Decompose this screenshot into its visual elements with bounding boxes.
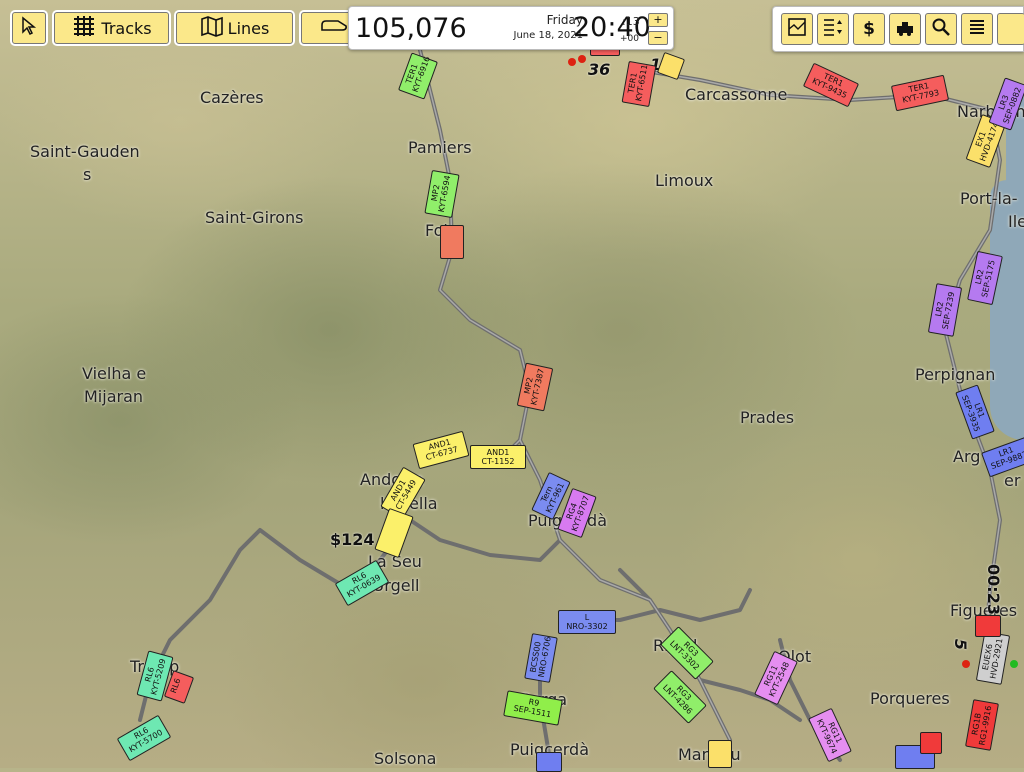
train[interactable]: AND1 CT-1152 <box>470 445 526 469</box>
clock-seconds: :13 <box>622 15 640 28</box>
train-stock-button[interactable] <box>889 13 921 45</box>
clock-panel: 105,076 Friday June 18, 2021 20:40 :13 +… <box>348 6 674 50</box>
lines-button-label: Lines <box>227 18 270 38</box>
passenger-icon <box>578 55 586 63</box>
search-button[interactable] <box>925 13 957 45</box>
city-label[interactable]: Prades <box>740 408 794 427</box>
tracks-button-label: Tracks <box>101 18 152 38</box>
city-label[interactable]: Saint-Gauden <box>30 142 140 161</box>
sort-list-icon <box>822 17 844 42</box>
dollar-icon: $ <box>863 19 875 39</box>
train[interactable] <box>440 225 464 259</box>
finances-button[interactable]: $ <box>853 13 885 45</box>
map-canvas[interactable]: Cazères Saint-Gauden s Pamiers Saint-Gir… <box>0 0 1024 772</box>
menu-button[interactable] <box>961 13 993 45</box>
map-view-icon <box>787 17 807 42</box>
train[interactable] <box>536 752 562 772</box>
steam-train-icon <box>894 17 916 42</box>
cursor-icon <box>20 16 38 40</box>
train[interactable] <box>975 615 1001 637</box>
clock-timezone: +00 <box>620 34 639 44</box>
train-icon <box>320 18 348 38</box>
passenger-icon <box>962 660 970 668</box>
city-label[interactable]: Ile <box>1008 212 1024 231</box>
city-label[interactable]: Limoux <box>655 171 713 190</box>
sort-list-button[interactable] <box>817 13 849 45</box>
city-label[interactable]: Mijaran <box>84 387 143 406</box>
tracks-icon <box>71 15 97 42</box>
select-tool-button[interactable] <box>12 12 46 44</box>
train[interactable] <box>920 732 942 754</box>
tracks-button[interactable]: Tracks <box>54 12 169 44</box>
station-waiting-count: 36 <box>588 60 611 79</box>
city-label[interactable]: Arg <box>953 447 980 466</box>
menu-icon <box>967 17 987 42</box>
city-label[interactable]: Perpignan <box>915 365 995 384</box>
station-revenue: $124 <box>330 530 375 549</box>
day-name: Friday <box>546 13 583 27</box>
city-label[interactable]: er <box>1004 471 1020 490</box>
city-label[interactable]: Solsona <box>374 749 436 768</box>
speed-up-button[interactable]: + <box>648 13 668 27</box>
date: June 18, 2021 <box>513 30 584 41</box>
map-icon <box>200 15 224 42</box>
station-timer: 00:23 <box>983 564 1003 615</box>
lines-button[interactable]: Lines <box>176 12 293 44</box>
extra-menu-button[interactable] <box>997 13 1024 45</box>
passenger-icon <box>1010 660 1018 668</box>
city-label[interactable]: Cazères <box>200 88 264 107</box>
city-label[interactable]: Carcassonne <box>685 85 787 104</box>
city-label[interactable]: Pamiers <box>408 138 472 157</box>
search-icon <box>931 17 951 42</box>
station-waiting-count: 5 <box>951 638 971 651</box>
passenger-count: 105,076 <box>355 13 467 44</box>
city-label[interactable]: Saint-Girons <box>205 208 304 227</box>
speed-down-button[interactable]: − <box>648 31 668 45</box>
passenger-icon <box>568 58 576 66</box>
train[interactable]: L NRO-3302 <box>558 610 616 634</box>
city-label[interactable]: Vielha e <box>82 364 146 383</box>
right-toolbar: $ <box>772 6 1024 52</box>
city-label[interactable]: Port-la- <box>960 189 1018 208</box>
city-label[interactable]: Porqueres <box>870 689 950 708</box>
city-label[interactable]: s <box>83 165 91 184</box>
map-view-button[interactable] <box>781 13 813 45</box>
train[interactable] <box>708 740 732 768</box>
